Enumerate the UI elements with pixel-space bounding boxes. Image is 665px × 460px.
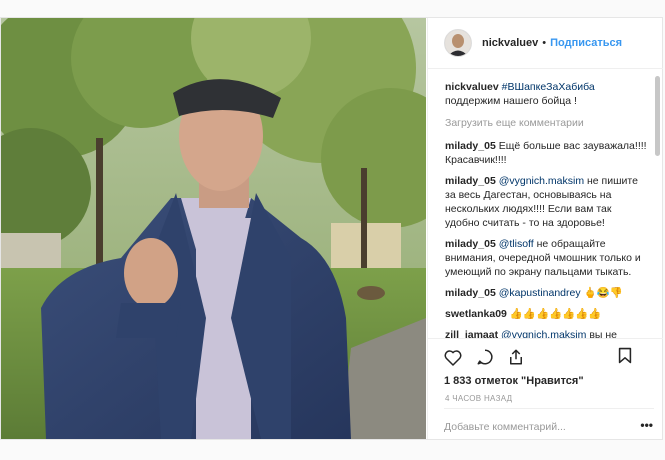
comments-scrollbar[interactable]: [655, 76, 660, 156]
comment-item: milady_05 @kapustinandrey 🖕😂👎: [445, 286, 648, 300]
comment-icon[interactable]: [476, 348, 494, 366]
post-card: nickvaluev • Подписаться nickvaluev #ВШа…: [0, 17, 663, 440]
comment-text: 🖕😂👎: [583, 287, 623, 299]
caption-hashtag[interactable]: #ВШапкеЗаХабиба: [502, 81, 595, 93]
header-separator: •: [542, 37, 547, 49]
comment-username[interactable]: milady_05: [445, 238, 496, 250]
post-timestamp[interactable]: 4 ЧАСОВ НАЗАД: [428, 387, 663, 403]
comment-text: 👍👍👍👍👍👍👍: [509, 308, 602, 320]
comment-username[interactable]: zill_jamaat: [445, 329, 498, 338]
comment-mention[interactable]: @kapustinandrey: [499, 287, 581, 299]
comment-mention[interactable]: @tlisoff: [499, 238, 534, 250]
comment-username[interactable]: milady_05: [445, 175, 496, 187]
header-username[interactable]: nickvaluev: [482, 37, 538, 49]
comment-mention[interactable]: @vygnich.maksim: [499, 175, 584, 187]
load-more-comments[interactable]: Загрузить еще комментарии: [445, 116, 648, 130]
action-icons: [428, 339, 663, 367]
caption: nickvaluev #ВШапкеЗаХабиба поддержим наш…: [445, 80, 648, 108]
comments-list[interactable]: nickvaluev #ВШапкеЗаХабиба поддержим наш…: [428, 70, 648, 338]
caption-username[interactable]: nickvaluev: [445, 81, 499, 93]
heart-icon[interactable]: [444, 349, 462, 366]
bookmark-icon[interactable]: [618, 347, 632, 364]
comment-item: milady_05 @vygnich.maksim не пишите за в…: [445, 174, 648, 230]
comment-mention[interactable]: @vygnich.maksim: [501, 329, 586, 338]
comment-item: swetlanka09 👍👍👍👍👍👍👍: [445, 307, 648, 321]
post-actions: 1 833 отметок "Нравится" 4 ЧАСОВ НАЗАД Д…: [428, 338, 663, 437]
comment-username[interactable]: swetlanka09: [445, 308, 507, 320]
follow-button[interactable]: Подписаться: [550, 37, 622, 49]
avatar[interactable]: [444, 29, 472, 57]
comment-username[interactable]: milady_05: [445, 287, 496, 299]
more-options-button[interactable]: •••: [640, 418, 653, 432]
comment-item: milady_05 Ещё больше вас зауважала!!!! К…: [445, 139, 648, 167]
post-side-panel: nickvaluev • Подписаться nickvaluev #ВШа…: [427, 18, 663, 439]
comment-username[interactable]: milady_05: [445, 140, 496, 152]
comment-item: zill_jamaat @vygnich.maksim вы не правы: [445, 328, 648, 338]
post-photo[interactable]: [1, 18, 426, 439]
caption-text: поддержим нашего бойца !: [445, 95, 577, 107]
share-icon[interactable]: [508, 348, 524, 366]
comment-item: milady_05 @tlisoff не обращайте внимания…: [445, 237, 648, 279]
post-header: nickvaluev • Подписаться: [428, 18, 663, 69]
add-comment-input[interactable]: Добавьте комментарий...: [444, 408, 654, 433]
likes-count[interactable]: 1 833 отметок "Нравится": [428, 367, 663, 387]
